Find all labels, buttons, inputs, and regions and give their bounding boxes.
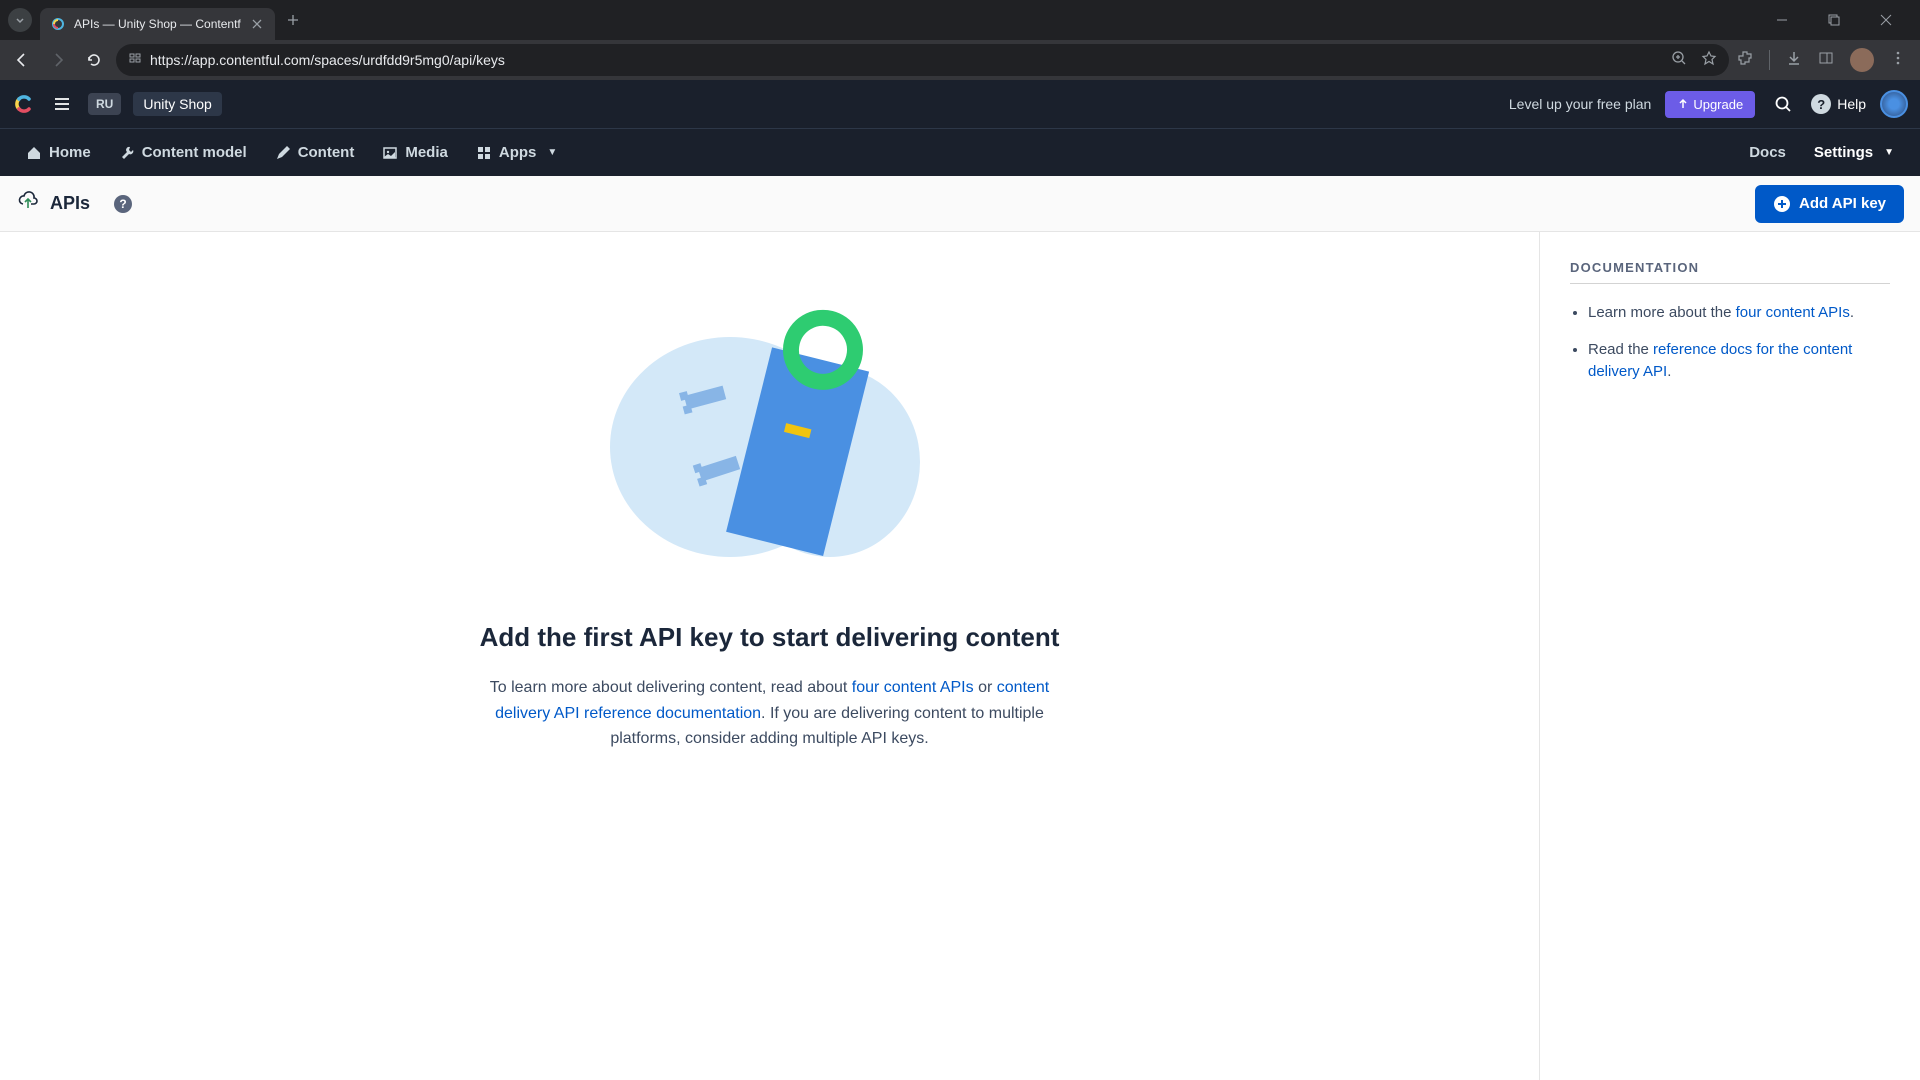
tab-bar: APIs — Unity Shop — Contentf (0, 0, 1920, 40)
nav-label: Content (298, 144, 355, 161)
nav-label: Home (49, 144, 91, 161)
contentful-logo-icon[interactable] (12, 92, 36, 116)
page-help-icon[interactable]: ? (114, 195, 132, 213)
upgrade-label: Upgrade (1693, 97, 1743, 112)
documentation-sidebar: DOCUMENTATION Learn more about the four … (1540, 232, 1920, 1080)
downloads-icon[interactable] (1786, 50, 1802, 71)
nav-reload-button[interactable] (80, 46, 108, 74)
browser-profile-avatar[interactable] (1850, 48, 1874, 72)
pen-icon (275, 145, 291, 161)
nav-back-button[interactable] (8, 46, 36, 74)
plus-circle-icon (1773, 195, 1791, 213)
image-icon (382, 145, 398, 161)
sidebar-doc-item: Read the reference docs for the content … (1588, 339, 1890, 384)
nav-label: Media (405, 144, 448, 161)
help-circle-icon: ? (1811, 94, 1831, 114)
home-icon (26, 145, 42, 161)
link-four-content-apis[interactable]: four content APIs (852, 679, 974, 696)
browser-tab-active[interactable]: APIs — Unity Shop — Contentf (40, 8, 275, 40)
empty-state-description: To learn more about delivering content, … (480, 675, 1060, 752)
nav-content-model[interactable]: Content model (107, 134, 259, 171)
bookmark-icon[interactable] (1701, 50, 1717, 71)
toolbar-right (1737, 48, 1912, 72)
nav-content[interactable]: Content (263, 134, 367, 171)
chevron-down-icon: ▼ (547, 147, 557, 158)
browser-menu-icon[interactable] (1890, 50, 1906, 71)
link-four-content-apis-sidebar[interactable]: four content APIs (1736, 304, 1850, 321)
extensions-icon[interactable] (1737, 50, 1753, 71)
nav-label: Content model (142, 144, 247, 161)
tab-title: APIs — Unity Shop — Contentf (74, 17, 241, 31)
nav-label: Docs (1749, 144, 1786, 161)
empty-state: Add the first API key to start deliverin… (0, 232, 1540, 1080)
chevron-down-icon: ▼ (1884, 147, 1894, 158)
new-tab-button[interactable] (279, 6, 307, 34)
nav-label: Apps (499, 144, 537, 161)
arrow-up-icon (1677, 98, 1689, 110)
upgrade-button[interactable]: Upgrade (1665, 91, 1755, 118)
side-panel-icon[interactable] (1818, 50, 1834, 71)
space-name[interactable]: Unity Shop (133, 92, 221, 116)
empty-state-title: Add the first API key to start deliverin… (480, 622, 1060, 653)
window-close-button[interactable] (1870, 4, 1902, 36)
plan-text: Level up your free plan (1509, 96, 1651, 112)
divider (1769, 50, 1770, 70)
add-api-key-button[interactable]: Add API key (1755, 185, 1904, 223)
user-avatar[interactable] (1880, 90, 1908, 118)
contentful-favicon-icon (50, 16, 66, 32)
address-bar: https://app.contentful.com/spaces/urdfdd… (0, 40, 1920, 80)
primary-nav: Home Content model Content Media Apps ▼ … (0, 128, 1920, 176)
nav-forward-button[interactable] (44, 46, 72, 74)
apps-icon (476, 145, 492, 161)
site-info-icon[interactable] (128, 51, 142, 70)
window-minimize-button[interactable] (1766, 4, 1798, 36)
search-icon (1774, 95, 1792, 113)
search-button[interactable] (1769, 90, 1797, 118)
help-label: Help (1837, 96, 1866, 112)
nav-apps[interactable]: Apps ▼ (464, 134, 569, 171)
url-text: https://app.contentful.com/spaces/urdfdd… (150, 52, 1663, 68)
browser-chrome: APIs — Unity Shop — Contentf https://app… (0, 0, 1920, 80)
url-field[interactable]: https://app.contentful.com/spaces/urdfdd… (116, 44, 1729, 76)
page-title: APIs (50, 193, 90, 214)
window-maximize-button[interactable] (1818, 4, 1850, 36)
nav-media[interactable]: Media (370, 134, 460, 171)
environment-badge[interactable]: RU (88, 93, 121, 115)
wrench-icon (119, 145, 135, 161)
zoom-icon[interactable] (1671, 50, 1687, 71)
api-keys-illustration (590, 292, 950, 592)
sidebar-heading: DOCUMENTATION (1570, 260, 1890, 284)
nav-settings[interactable]: Settings ▼ (1802, 134, 1906, 171)
main-content: Add the first API key to start deliverin… (0, 232, 1920, 1080)
help-button[interactable]: ? Help (1811, 94, 1866, 114)
tab-search-button[interactable] (8, 8, 32, 32)
app-header: RU Unity Shop Level up your free plan Up… (0, 80, 1920, 128)
cloud-api-icon (16, 190, 40, 217)
hamburger-menu-button[interactable] (48, 90, 76, 118)
add-api-key-label: Add API key (1799, 195, 1886, 212)
window-controls (1766, 4, 1912, 36)
page-sub-header: APIs ? Add API key (0, 176, 1920, 232)
tab-close-button[interactable] (249, 16, 265, 32)
sidebar-doc-item: Learn more about the four content APIs. (1588, 302, 1890, 325)
nav-docs[interactable]: Docs (1737, 134, 1798, 171)
nav-label: Settings (1814, 144, 1873, 161)
nav-home[interactable]: Home (14, 134, 103, 171)
